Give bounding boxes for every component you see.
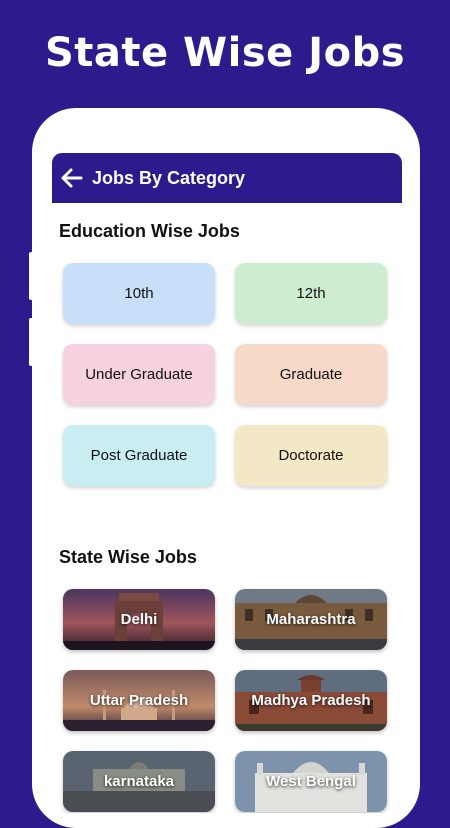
tile-label: Post Graduate	[90, 447, 188, 464]
category-tile-post-graduate[interactable]: Post Graduate	[63, 425, 215, 486]
arrow-left-icon[interactable]	[60, 166, 84, 190]
tile-label: Under Graduate	[85, 366, 193, 383]
state-card-madhya-pradesh[interactable]: Madhya Pradesh	[235, 670, 387, 731]
promo-title: State Wise Jobs	[44, 30, 406, 76]
state-card-west-bengal[interactable]: West Bengal	[235, 751, 387, 812]
page-title: Jobs By Category	[92, 167, 246, 188]
state-card-karnataka[interactable]: karnataka	[63, 751, 215, 812]
category-tile-doctorate[interactable]: Doctorate	[235, 425, 387, 486]
states-section-title: State Wise Jobs	[59, 547, 197, 567]
state-card-uttar-pradesh[interactable]: Uttar Pradesh	[63, 670, 215, 731]
state-card-maharashtra[interactable]: Maharashtra	[235, 589, 387, 650]
state-label: West Bengal	[266, 773, 356, 790]
tile-label: 10th	[124, 285, 154, 302]
app-screen: Jobs By Category Education Wise Jobs 10t…	[52, 153, 402, 813]
category-tile-12th[interactable]: 12th	[235, 263, 387, 324]
state-label: Uttar Pradesh	[89, 692, 189, 709]
state-card-delhi[interactable]: Delhi	[63, 589, 215, 650]
tile-label: Graduate	[279, 366, 343, 383]
state-label: Delhi	[120, 611, 158, 628]
category-tile-under-graduate[interactable]: Under Graduate	[63, 344, 215, 405]
state-label: Maharashtra	[266, 611, 356, 628]
state-label: Madhya Pradesh	[251, 692, 371, 709]
tile-label: Doctorate	[278, 447, 344, 464]
education-section-title: Education Wise Jobs	[59, 221, 240, 241]
tile-label: 12th	[296, 285, 326, 302]
category-tile-10th[interactable]: 10th	[63, 263, 215, 324]
app-bar: Jobs By Category	[52, 153, 402, 203]
category-tile-graduate[interactable]: Graduate	[235, 344, 387, 405]
state-label: karnataka	[103, 773, 175, 790]
